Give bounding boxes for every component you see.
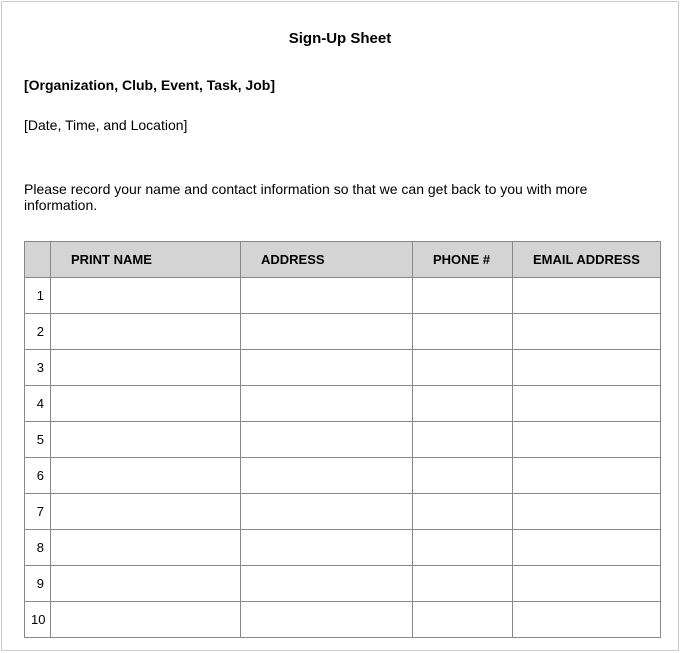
- cell-email: [513, 314, 661, 350]
- organization-placeholder: [Organization, Club, Event, Task, Job]: [24, 77, 656, 93]
- row-number: 9: [25, 566, 51, 602]
- cell-email: [513, 494, 661, 530]
- header-num: [25, 242, 51, 278]
- cell-phone: [413, 350, 513, 386]
- signup-table: PRINT NAME ADDRESS PHONE # EMAIL ADDRESS…: [24, 241, 661, 638]
- cell-phone: [413, 602, 513, 638]
- cell-email: [513, 566, 661, 602]
- cell-phone: [413, 458, 513, 494]
- cell-address: [241, 278, 413, 314]
- table-row: 3: [25, 350, 661, 386]
- cell-phone: [413, 314, 513, 350]
- row-number: 1: [25, 278, 51, 314]
- cell-phone: [413, 566, 513, 602]
- cell-email: [513, 458, 661, 494]
- instructions-text: Please record your name and contact info…: [24, 181, 656, 213]
- header-email: EMAIL ADDRESS: [513, 242, 661, 278]
- cell-phone: [413, 530, 513, 566]
- table-row: 8: [25, 530, 661, 566]
- cell-address: [241, 458, 413, 494]
- table-row: 9: [25, 566, 661, 602]
- page-container: Sign-Up Sheet [Organization, Club, Event…: [1, 1, 679, 651]
- cell-email: [513, 350, 661, 386]
- cell-address: [241, 386, 413, 422]
- cell-name: [51, 458, 241, 494]
- table-header-row: PRINT NAME ADDRESS PHONE # EMAIL ADDRESS: [25, 242, 661, 278]
- cell-address: [241, 494, 413, 530]
- cell-name: [51, 350, 241, 386]
- cell-address: [241, 602, 413, 638]
- cell-email: [513, 602, 661, 638]
- table-row: 10: [25, 602, 661, 638]
- cell-email: [513, 530, 661, 566]
- cell-address: [241, 350, 413, 386]
- header-print-name: PRINT NAME: [51, 242, 241, 278]
- cell-name: [51, 530, 241, 566]
- cell-name: [51, 422, 241, 458]
- header-address: ADDRESS: [241, 242, 413, 278]
- signup-table-body: 12345678910: [25, 278, 661, 638]
- table-row: 7: [25, 494, 661, 530]
- cell-name: [51, 278, 241, 314]
- cell-email: [513, 422, 661, 458]
- cell-phone: [413, 422, 513, 458]
- table-row: 6: [25, 458, 661, 494]
- cell-name: [51, 602, 241, 638]
- row-number: 6: [25, 458, 51, 494]
- row-number: 7: [25, 494, 51, 530]
- document-title: Sign-Up Sheet: [24, 30, 656, 47]
- cell-name: [51, 566, 241, 602]
- cell-phone: [413, 278, 513, 314]
- row-number: 2: [25, 314, 51, 350]
- cell-email: [513, 278, 661, 314]
- row-number: 10: [25, 602, 51, 638]
- cell-name: [51, 314, 241, 350]
- cell-name: [51, 386, 241, 422]
- table-row: 4: [25, 386, 661, 422]
- row-number: 8: [25, 530, 51, 566]
- cell-address: [241, 314, 413, 350]
- table-row: 5: [25, 422, 661, 458]
- cell-address: [241, 530, 413, 566]
- row-number: 3: [25, 350, 51, 386]
- table-row: 1: [25, 278, 661, 314]
- header-phone: PHONE #: [413, 242, 513, 278]
- row-number: 5: [25, 422, 51, 458]
- cell-phone: [413, 494, 513, 530]
- date-location-placeholder: [Date, Time, and Location]: [24, 117, 656, 133]
- cell-address: [241, 422, 413, 458]
- cell-phone: [413, 386, 513, 422]
- row-number: 4: [25, 386, 51, 422]
- table-row: 2: [25, 314, 661, 350]
- cell-address: [241, 566, 413, 602]
- cell-email: [513, 386, 661, 422]
- cell-name: [51, 494, 241, 530]
